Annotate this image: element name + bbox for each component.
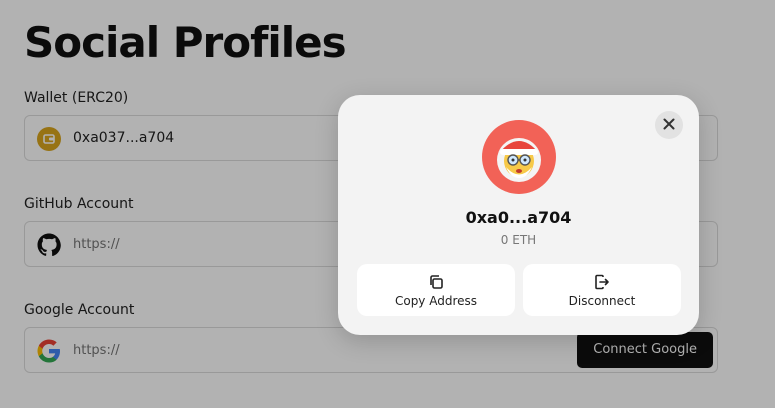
copy-address-label: Copy Address	[394, 294, 478, 308]
logout-icon	[594, 274, 610, 290]
close-button[interactable]	[655, 111, 683, 139]
wallet-balance: 0 ETH	[500, 233, 537, 247]
avatar	[482, 120, 556, 194]
close-icon	[663, 118, 675, 133]
disconnect-button[interactable]: Disconnect	[523, 264, 681, 316]
copy-icon	[428, 274, 444, 290]
wallet-address-heading: 0xa0...a704	[465, 208, 572, 227]
account-modal: 0xa0...a704 0 ETH Copy Address Disconnec…	[338, 95, 699, 335]
copy-address-button[interactable]: Copy Address	[357, 264, 515, 316]
disconnect-label: Disconnect	[568, 294, 636, 308]
